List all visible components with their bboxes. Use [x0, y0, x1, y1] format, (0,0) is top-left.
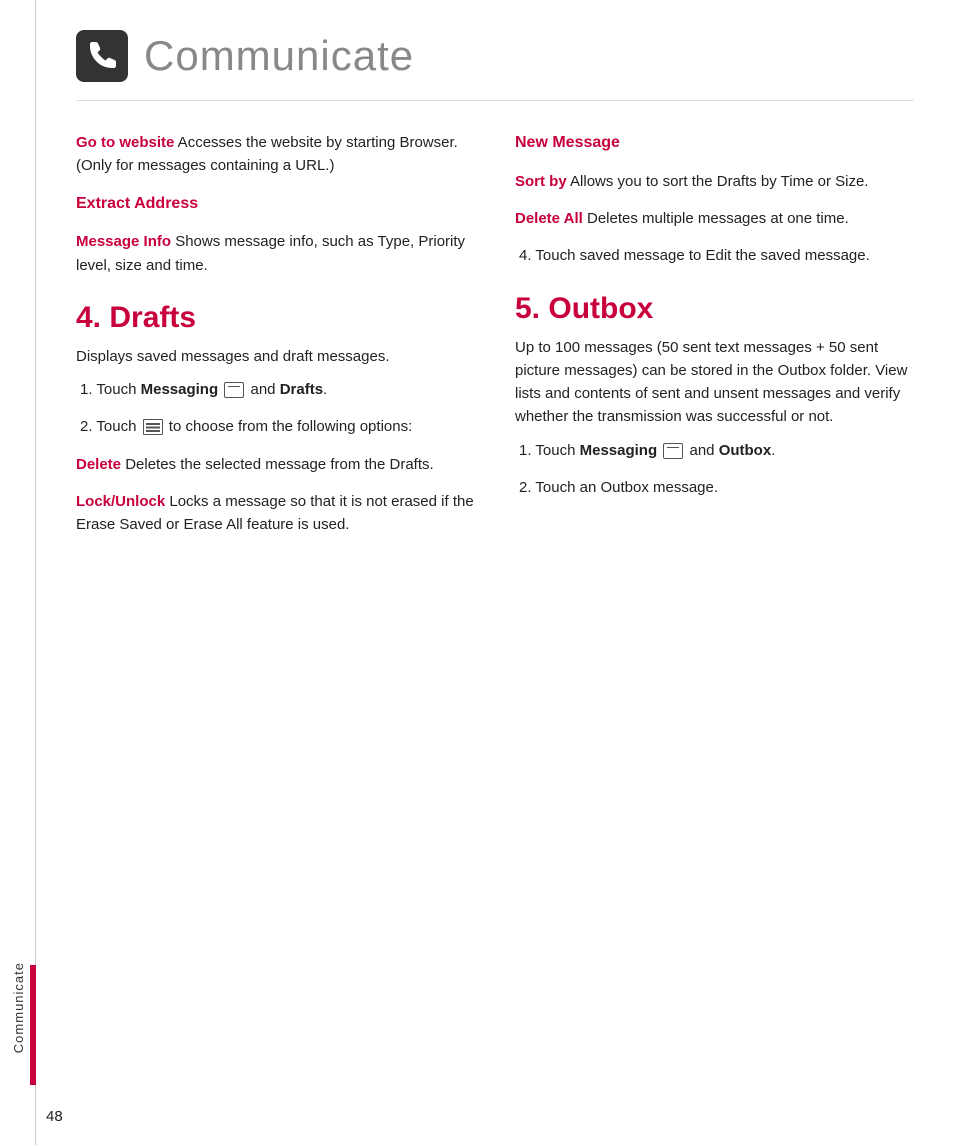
outbox-step2: 2. Touch an Outbox message.	[515, 476, 914, 499]
new-message-entry: New Message	[515, 131, 914, 156]
side-tab-bar	[30, 965, 36, 1085]
main-content: Communicate Go to website Accesses the w…	[36, 0, 954, 1145]
outbox-intro: Up to 100 messages (50 sent text message…	[515, 336, 914, 429]
side-tab-label: Communicate	[11, 962, 26, 1053]
sort-by-entry: Sort by Allows you to sort the Drafts by…	[515, 170, 914, 193]
delete-all-label: Delete All	[515, 210, 583, 227]
sort-by-text: Allows you to sort the Drafts by Time or…	[567, 173, 869, 190]
message-info-text: Message Info Shows message info, such as…	[76, 230, 475, 277]
extract-address-entry: Extract Address	[76, 192, 475, 217]
go-to-website-label: Go to website	[76, 134, 174, 151]
delete-label: Delete	[76, 456, 121, 473]
drafts-heading: 4. Drafts	[76, 301, 475, 335]
page-header: Communicate	[76, 30, 914, 101]
drafts-step2: 2. Touch to choose from the following op…	[76, 415, 475, 438]
message-info-label: Message Info	[76, 233, 171, 250]
phone-icon	[76, 30, 128, 82]
delete-entry: Delete Deletes the selected message from…	[76, 453, 475, 476]
extract-address-label: Extract Address	[76, 192, 475, 217]
messaging-icon	[224, 382, 244, 398]
left-column: Go to website Accesses the website by st…	[76, 131, 475, 550]
drafts-step1-drafts: Drafts	[280, 381, 323, 398]
step4-entry: 4. Touch saved message to Edit the saved…	[515, 244, 914, 267]
side-tab: Communicate	[0, 0, 36, 1145]
outbox-messaging-icon	[663, 443, 683, 459]
drafts-step2-suffix: to choose from the following options:	[165, 418, 413, 435]
columns-layout: Go to website Accesses the website by st…	[76, 131, 914, 550]
menu-icon	[143, 419, 163, 435]
new-message-label: New Message	[515, 131, 914, 156]
right-column: New Message Sort by Allows you to sort t…	[515, 131, 914, 550]
drafts-step1: 1. Touch Messaging and Drafts.	[76, 378, 475, 401]
outbox-step2-text: 2. Touch an Outbox message.	[519, 476, 914, 499]
step4-text: 4. Touch saved message to Edit the saved…	[519, 244, 914, 267]
lock-unlock-entry: Lock/Unlock Locks a message so that it i…	[76, 490, 475, 537]
go-to-website-text: Go to website Accesses the website by st…	[76, 131, 475, 178]
sort-by-label: Sort by	[515, 173, 567, 190]
page-title: Communicate	[144, 32, 414, 80]
lock-unlock-label: Lock/Unlock	[76, 493, 165, 510]
message-info-entry: Message Info Shows message info, such as…	[76, 230, 475, 277]
drafts-step1-prefix: 1. Touch	[80, 381, 141, 398]
drafts-step1-messaging: Messaging	[141, 381, 219, 398]
delete-all-entry: Delete All Deletes multiple messages at …	[515, 207, 914, 230]
drafts-step2-prefix: 2. Touch	[80, 418, 141, 435]
delete-all-text: Deletes multiple messages at one time.	[583, 210, 849, 227]
outbox-step1-messaging: Messaging	[580, 442, 658, 459]
outbox-step1-and: and	[685, 442, 718, 459]
delete-text: Deletes the selected message from the Dr…	[121, 456, 434, 473]
outbox-step1-prefix: 1. Touch	[519, 442, 580, 459]
outbox-step1: 1. Touch Messaging and Outbox.	[515, 439, 914, 462]
drafts-intro: Displays saved messages and draft messag…	[76, 345, 475, 368]
page-number: 48	[46, 1108, 63, 1125]
outbox-step1-outbox: Outbox	[719, 442, 772, 459]
drafts-step1-and: and	[246, 381, 279, 398]
go-to-website-entry: Go to website Accesses the website by st…	[76, 131, 475, 178]
outbox-heading: 5. Outbox	[515, 292, 914, 326]
